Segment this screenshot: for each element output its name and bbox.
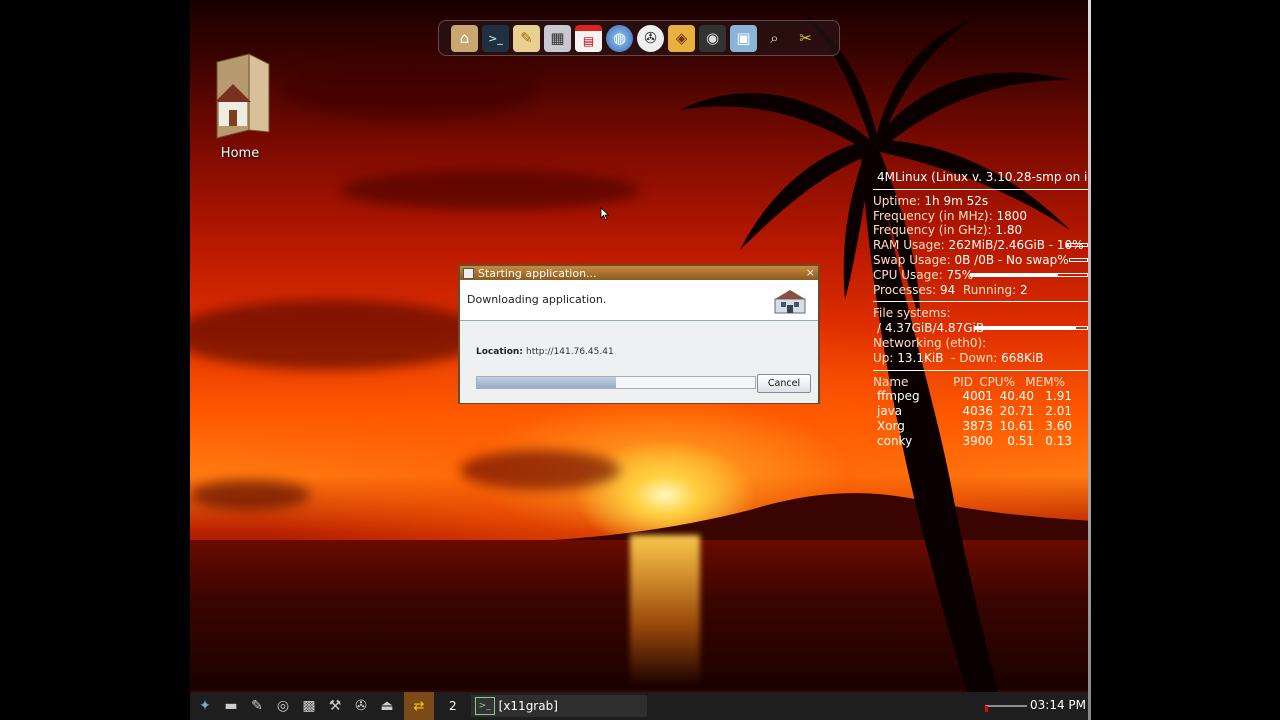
cancel-button[interactable]: Cancel bbox=[757, 374, 811, 393]
file-manager-icon[interactable]: ▣ bbox=[730, 24, 757, 52]
taskbar-task-x11grab[interactable]: >_ [x11grab] bbox=[470, 695, 647, 717]
spreadsheet-icon[interactable]: ▦ bbox=[544, 24, 571, 52]
filesystems-row: File systems: bbox=[873, 306, 951, 321]
starting-application-dialog: Starting application... × Downloading ap… bbox=[458, 264, 820, 404]
conky-header: 4MLinux (Linux v. 3.10.28-smp on i686) bbox=[877, 170, 1088, 184]
networking-row: Networking (eth0): bbox=[873, 335, 987, 350]
uptime-row: Uptime: 1h 9m 52s bbox=[873, 193, 989, 208]
net-speed-row: Up: 13.1KiB - Down: 668KiB bbox=[873, 350, 1044, 365]
process-table: Name PID CPU% MEM% ffmpeg 4001 40.40 1.91 j… bbox=[873, 375, 1088, 449]
swap-bar bbox=[1069, 257, 1088, 262]
progress-fill bbox=[477, 377, 616, 388]
taskbar: ✦ ▬ ✎ ◎ ▩ ⚒ ✇ ⏏ ⇄ 2 >_ [x11grab] 03:14 P… bbox=[190, 692, 1088, 720]
task-label: [x11grab] bbox=[498, 699, 558, 713]
home-folder-icon bbox=[215, 53, 270, 139]
dialog-titlebar[interactable]: Starting application... × bbox=[460, 266, 818, 280]
divider bbox=[873, 188, 1088, 190]
table-row: ffmpeg 4001 40.40 1.91 bbox=[877, 389, 1072, 404]
fs-root-row: / 4.37GiB/4.87GiB bbox=[873, 321, 1088, 336]
settings-tools-icon[interactable]: ✂ bbox=[792, 25, 819, 52]
cloud bbox=[280, 60, 540, 120]
start-menu-icon[interactable]: ✦ bbox=[194, 695, 216, 717]
cloud bbox=[190, 480, 310, 510]
swap-row: Swap Usage: 0B /0B - No swap% bbox=[873, 253, 1088, 268]
calendar-icon[interactable]: ▤ bbox=[575, 24, 602, 52]
application-dock: ⌂ >_ ✎ ▦ ▤ ◍ ✇ ◈ ◉ ▣ ⌕ ✂ bbox=[438, 20, 840, 56]
freq-mhz-row: Frequency (in MHz): 1800 bbox=[873, 208, 1028, 223]
terminal-icon[interactable]: >_ bbox=[482, 24, 509, 52]
download-progress-bar bbox=[476, 376, 756, 389]
mouse-cursor-icon bbox=[600, 207, 610, 221]
screen-edge bbox=[1088, 0, 1091, 720]
cloud bbox=[190, 300, 490, 370]
location-label: Location: bbox=[476, 347, 523, 357]
ram-row: RAM Usage: 262MiB/2.46GiB - 10% bbox=[873, 238, 1088, 253]
cpu-row: CPU Usage: 75% bbox=[873, 268, 1088, 283]
desktop-number[interactable]: 2 bbox=[449, 699, 457, 713]
process-table-header: Name PID CPU% MEM% bbox=[873, 374, 1065, 389]
fs-bar-fill bbox=[975, 327, 1076, 330]
dialog-message: Downloading application. bbox=[467, 293, 607, 306]
clock[interactable]: 03:14 PM bbox=[1030, 698, 1086, 712]
close-icon[interactable]: × bbox=[806, 266, 815, 279]
camera-icon[interactable]: ◉ bbox=[699, 24, 726, 52]
cpu-bar bbox=[970, 272, 1088, 277]
ram-bar-fill bbox=[1067, 244, 1069, 247]
fs-bar bbox=[974, 326, 1088, 331]
search-icon[interactable]: ⌕ bbox=[761, 25, 788, 52]
dialog-header: Downloading application. bbox=[460, 280, 818, 321]
terminal-icon: >_ bbox=[474, 697, 495, 715]
home-folder-icon[interactable]: ⌂ bbox=[451, 24, 478, 52]
media-player-icon[interactable]: ✇ bbox=[637, 24, 664, 52]
freq-ghz-row: Frequency (in GHz): 1.80 bbox=[873, 223, 1023, 238]
system-monitor-widget: 4MLinux (Linux v. 3.10.28-smp on i686) U… bbox=[873, 170, 1088, 449]
application-logo-icon bbox=[774, 290, 806, 314]
window-switcher-icon[interactable]: ⇄ bbox=[404, 692, 434, 720]
tools-icon[interactable]: ⚒ bbox=[324, 695, 346, 717]
text-editor-icon[interactable]: ✎ bbox=[513, 24, 540, 52]
divider bbox=[873, 369, 1088, 371]
cpu-bar-fill bbox=[971, 273, 1058, 276]
image-viewer-icon[interactable]: ◈ bbox=[668, 24, 695, 52]
divider bbox=[873, 301, 1088, 303]
dialog-title: Starting application... bbox=[478, 266, 597, 280]
table-row: conky 3900 0.51 0.13 bbox=[877, 433, 1072, 448]
java-window-icon bbox=[463, 267, 474, 279]
home-desktop-icon[interactable]: Home bbox=[208, 52, 272, 161]
disk-icon[interactable]: ◎ bbox=[272, 695, 294, 717]
globe-icon[interactable]: ◍ bbox=[606, 24, 633, 52]
desktop-wallpaper: ⌂ >_ ✎ ▦ ▤ ◍ ✇ ◈ ◉ ▣ ⌕ ✂ Home 4MLinux (L… bbox=[190, 0, 1088, 720]
pen-icon[interactable]: ✎ bbox=[246, 695, 268, 717]
show-desktop-icon[interactable]: ▬ bbox=[220, 695, 242, 717]
location-value: http://141.76.45.41 bbox=[526, 347, 614, 357]
dialog-body: Location: http://141.76.45.41 Cancel bbox=[460, 321, 818, 403]
ram-bar bbox=[1066, 243, 1088, 248]
monitor-graph-icon[interactable]: ▩ bbox=[298, 695, 320, 717]
network-meter bbox=[985, 705, 1027, 712]
table-row: Xorg 3873 10.61 3.60 bbox=[877, 418, 1072, 433]
table-row: java 4036 20.71 2.01 bbox=[877, 404, 1072, 419]
processes-row: Processes: 94 Running: 2 bbox=[873, 282, 1028, 297]
home-label: Home bbox=[220, 146, 260, 161]
media-icon[interactable]: ✇ bbox=[350, 695, 372, 717]
eject-icon[interactable]: ⏏ bbox=[376, 695, 398, 717]
